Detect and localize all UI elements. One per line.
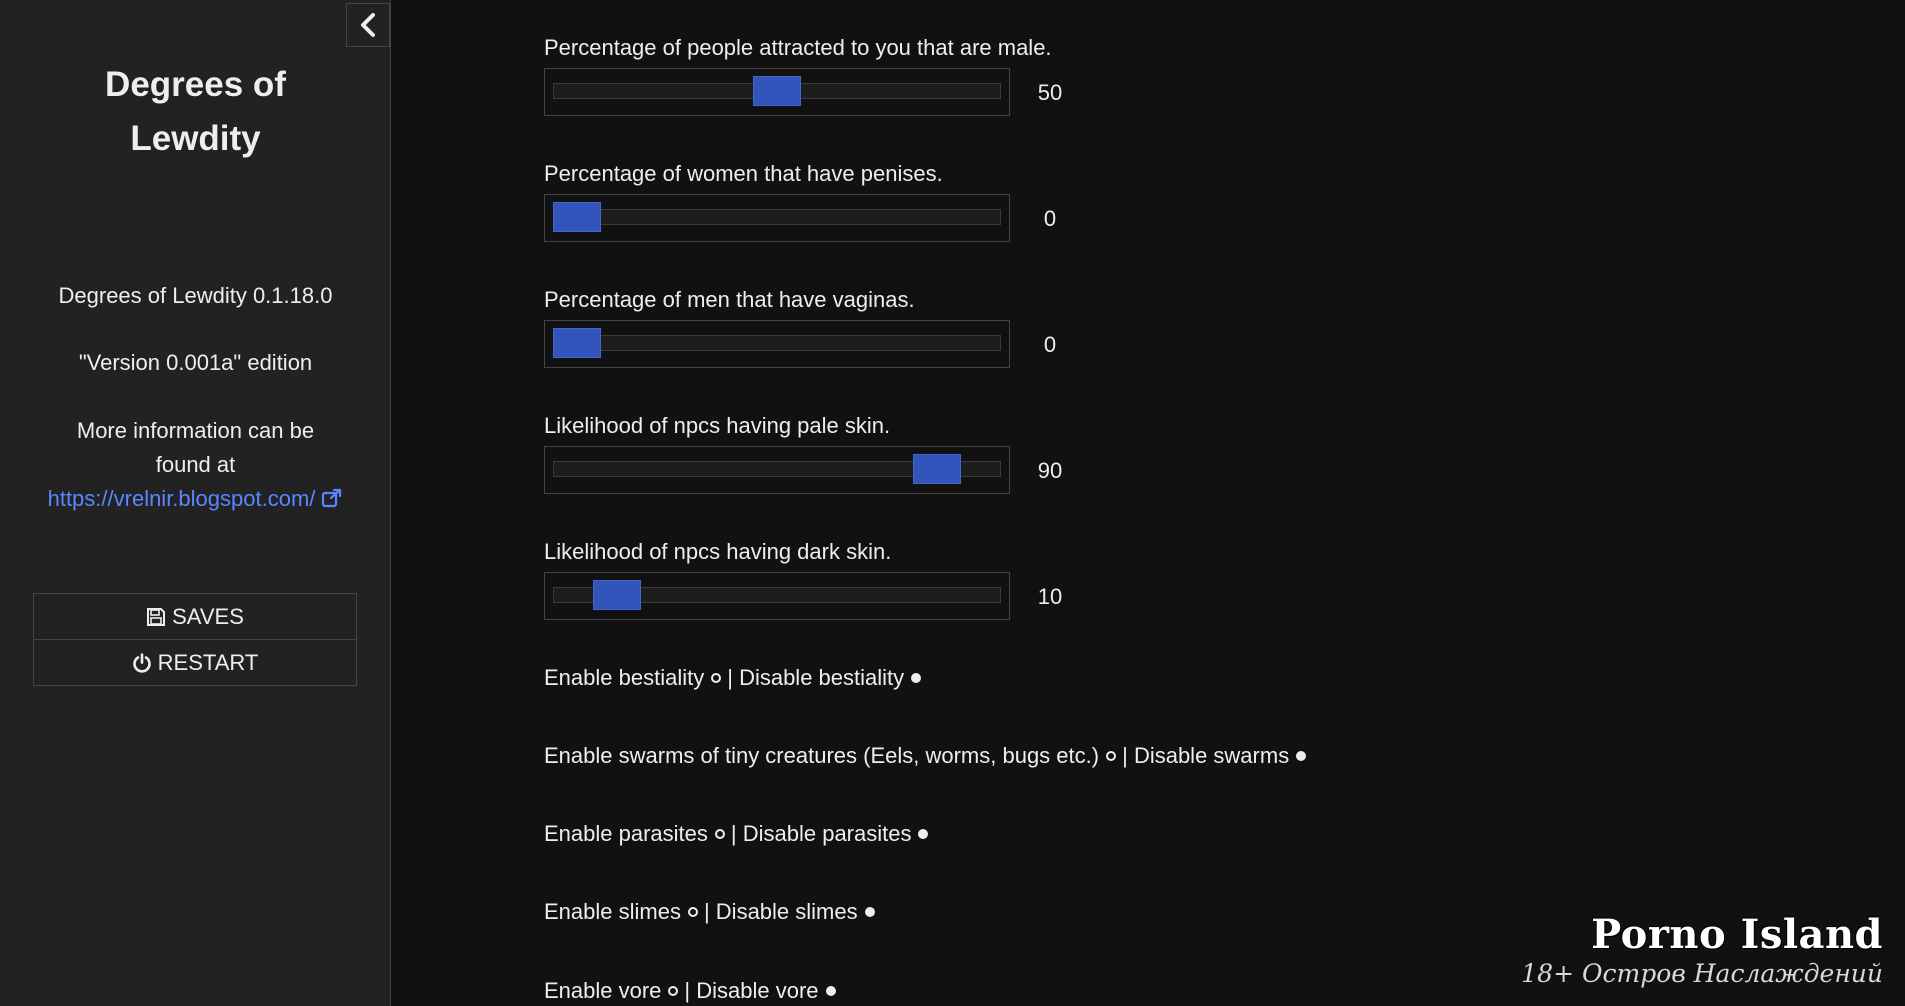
external-link-icon (322, 488, 342, 508)
restart-button[interactable]: RESTART (33, 639, 357, 686)
enable-swarms-label[interactable]: Enable swarms of tiny creatures (Eels, w… (544, 743, 1099, 768)
enable-vore-radio[interactable] (668, 986, 679, 997)
watermark-subtitle: 18+ Остров Наслаждений (1521, 959, 1883, 988)
enable-slimes-radio[interactable] (687, 907, 698, 918)
chevron-left-icon (361, 13, 375, 37)
slider-label: Percentage of women that have penises. (544, 161, 943, 186)
edition-text: "Version 0.001a" edition (78, 350, 313, 375)
disable-swarms-radio[interactable] (1296, 751, 1307, 762)
enable-swarms-radio[interactable] (1106, 751, 1117, 762)
disable-parasites-label[interactable]: Disable parasites (743, 821, 912, 846)
disable-vore-label[interactable]: Disable vore (696, 978, 818, 1003)
enable-slimes-label[interactable]: Enable slimes (544, 899, 681, 924)
toggle-swarms: Enable swarms of tiny creatures (Eels, w… (544, 743, 1312, 769)
restart-label: RESTART (157, 649, 259, 675)
slider-male-attraction[interactable] (544, 68, 1010, 116)
slider-value: 0 (1043, 332, 1057, 357)
slider-label: Percentage of men that have vaginas. (544, 287, 915, 312)
disable-parasites-radio[interactable] (918, 829, 929, 840)
separator: | (730, 821, 737, 846)
saves-button[interactable]: SAVES (33, 593, 357, 640)
enable-bestiality-radio[interactable] (711, 673, 722, 684)
slider-label: Likelihood of npcs having dark skin. (544, 539, 892, 564)
slider-track[interactable] (553, 335, 1001, 351)
separator: | (703, 899, 710, 924)
sidebar-collapse-button[interactable] (346, 3, 390, 47)
enable-vore-label[interactable]: Enable vore (544, 978, 661, 1003)
toggle-parasites: Enable parasites | Disable parasites (544, 821, 934, 847)
version-text: Degrees of Lewdity 0.1.18.0 (58, 283, 333, 308)
toggle-bestiality: Enable bestiality | Disable bestiality (544, 665, 927, 691)
slider-thumb[interactable] (913, 454, 961, 484)
slider-pale-skin[interactable] (544, 446, 1010, 494)
story-title: Degrees of Lewdity (105, 65, 286, 158)
slider-label: Percentage of people attracted to you th… (544, 35, 1052, 60)
slider-men-vaginas[interactable] (544, 320, 1010, 368)
saves-label: SAVES (172, 603, 244, 629)
sidebar: Degrees of Lewdity Degrees of Lewdity 0.… (0, 0, 391, 1006)
separator: | (727, 665, 733, 690)
enable-parasites-radio[interactable] (714, 829, 725, 840)
watermark: Porno Island 18+ Остров Наслаждений (1521, 912, 1883, 990)
blog-link[interactable]: https://vrelnir.blogspot.com/ (48, 486, 344, 511)
slider-dark-skin[interactable] (544, 572, 1010, 620)
disable-vore-radio[interactable] (825, 986, 836, 997)
slider-value: 90 (1037, 458, 1063, 483)
enable-parasites-label[interactable]: Enable parasites (544, 821, 708, 846)
slider-thumb[interactable] (593, 580, 641, 610)
separator: | (684, 978, 691, 1003)
separator: | (1122, 743, 1128, 768)
disable-bestiality-label[interactable]: Disable bestiality (739, 665, 904, 690)
blog-link-text: https://vrelnir.blogspot.com/ (47, 486, 316, 511)
floppy-disk-icon (147, 607, 166, 626)
slider-track[interactable] (553, 209, 1001, 225)
slider-value: 0 (1043, 206, 1057, 231)
toggle-slimes: Enable slimes | Disable slimes (544, 899, 881, 925)
enable-bestiality-label[interactable]: Enable bestiality (544, 665, 704, 690)
disable-swarms-label[interactable]: Disable swarms (1134, 743, 1289, 768)
disable-slimes-radio[interactable] (864, 907, 875, 918)
info-text: More information can be found at (76, 418, 315, 477)
slider-thumb[interactable] (553, 202, 601, 232)
slider-label: Likelihood of npcs having pale skin. (544, 413, 891, 438)
slider-thumb[interactable] (753, 76, 801, 106)
power-icon (132, 652, 151, 673)
slider-thumb[interactable] (553, 328, 601, 358)
watermark-title: Porno Island (1591, 911, 1883, 958)
disable-bestiality-radio[interactable] (911, 673, 922, 684)
slider-women-penises[interactable] (544, 194, 1010, 242)
disable-slimes-label[interactable]: Disable slimes (716, 899, 858, 924)
slider-value: 10 (1037, 584, 1063, 609)
slider-value: 50 (1037, 80, 1063, 105)
toggle-vore: Enable vore | Disable vore (544, 978, 842, 1004)
info-link-row: https://vrelnir.blogspot.com/ (20, 482, 371, 516)
